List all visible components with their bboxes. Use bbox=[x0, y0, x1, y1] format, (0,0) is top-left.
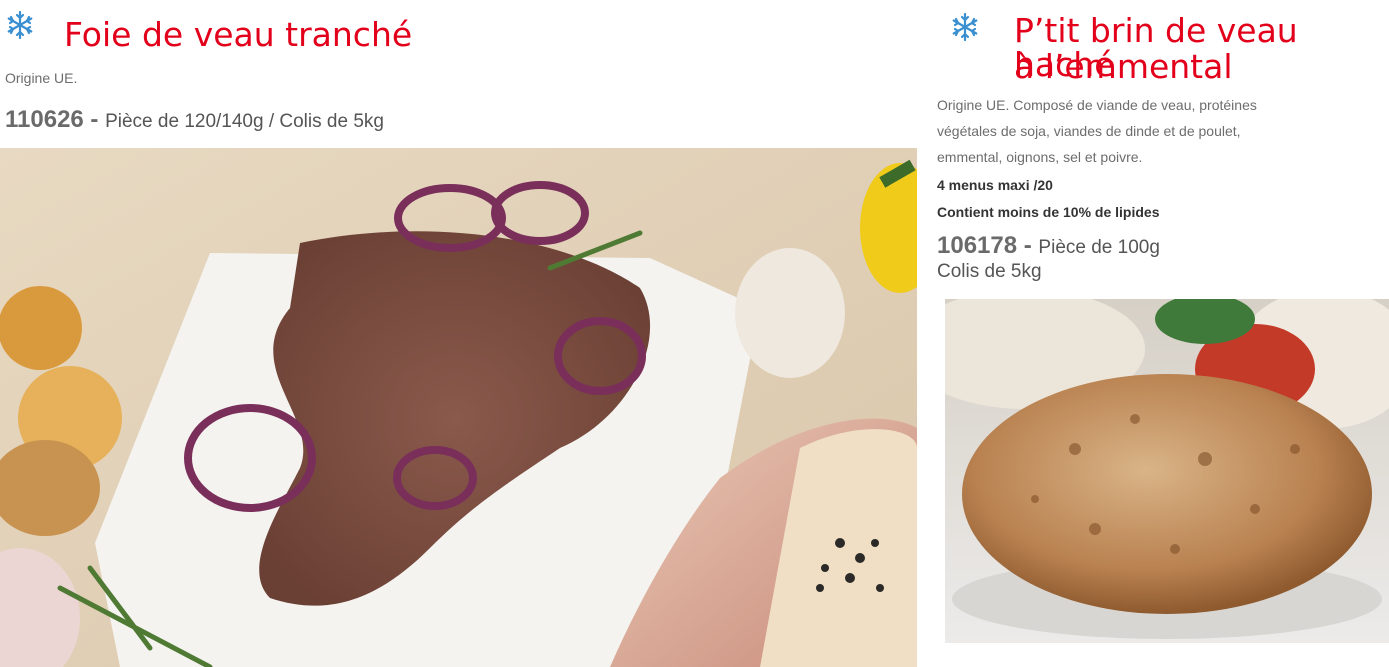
origin-text: Origine UE. bbox=[5, 70, 78, 86]
code-separator: - bbox=[1017, 232, 1039, 259]
calf-liver-photo bbox=[0, 148, 917, 667]
veal-patty-photo bbox=[945, 299, 1389, 643]
menu-note: 4 menus maxi /20 bbox=[937, 177, 1053, 193]
product-reference: 106178 - Pièce de 100g bbox=[937, 234, 1160, 260]
code-separator: - bbox=[83, 106, 106, 133]
origin-text: Origine UE. Composé de viande de veau, p… bbox=[937, 97, 1257, 113]
product-description: Pièce de 100g bbox=[1038, 237, 1160, 258]
origin-text: emmental, oignons, sel et poivre. bbox=[937, 149, 1143, 165]
snowflake-icon bbox=[952, 12, 978, 42]
product-title: Foie de veau tranché bbox=[64, 15, 413, 54]
product-code: 110626 bbox=[5, 106, 84, 133]
product-description: Pièce de 120/140g / Colis de 5kg bbox=[105, 111, 384, 132]
product-packaging: Colis de 5kg bbox=[937, 261, 1042, 282]
origin-text: végétales de soja, viandes de dinde et d… bbox=[937, 123, 1241, 139]
product-title-line2: à l’emmental bbox=[1014, 47, 1233, 86]
snowflake-icon bbox=[7, 10, 33, 40]
lipid-note: Contient moins de 10% de lipides bbox=[937, 204, 1160, 220]
product-code: 106178 bbox=[937, 232, 1018, 259]
product-reference: 110626 - Pièce de 120/140g / Colis de 5k… bbox=[5, 108, 384, 134]
